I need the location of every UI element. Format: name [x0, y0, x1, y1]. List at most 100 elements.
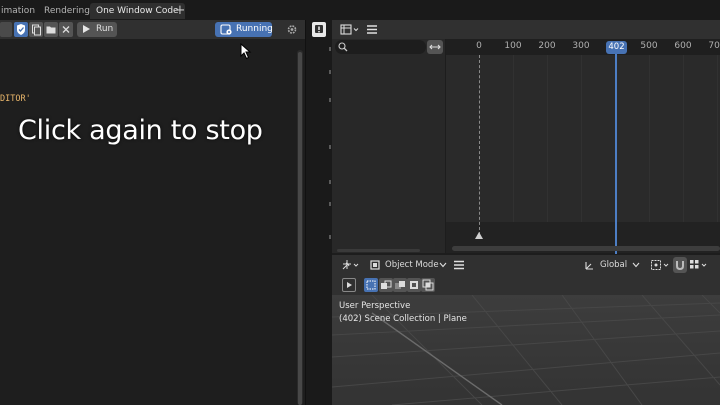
strip-mark [329, 98, 331, 102]
editor-type-selector[interactable] [339, 22, 361, 37]
run-label: Run [96, 24, 114, 34]
grid-line [513, 55, 514, 222]
menu-icon [454, 260, 464, 270]
object-mode-dropdown[interactable]: Object Mode [367, 257, 449, 273]
code-text-line: DITOR' [0, 94, 31, 104]
ruler-tick-label: 600 [674, 41, 692, 51]
snap-target-dropdown[interactable] [688, 257, 710, 273]
tab-animation[interactable]: imation [0, 3, 41, 19]
gear-icon [287, 25, 297, 34]
new-file-icon [32, 24, 41, 36]
grid-line [649, 55, 650, 222]
select-mode-extend[interactable] [379, 278, 393, 292]
menu-icon [367, 25, 377, 34]
magnet-icon [676, 261, 684, 271]
settings-button[interactable] [285, 22, 299, 37]
new-text-button[interactable] [29, 22, 43, 37]
transform-orientation-dropdown[interactable]: Global [582, 257, 642, 273]
channel-search-input[interactable] [335, 40, 426, 54]
viewport-header: Object Mode Global [332, 255, 720, 275]
ruler-tick-label: 300 [572, 41, 590, 51]
current-frame-indicator[interactable]: 402 [606, 41, 627, 54]
object-mode-icon [370, 260, 380, 270]
strip-mark [329, 235, 331, 239]
running-toggle-button[interactable]: Running [215, 22, 273, 37]
close-icon [62, 26, 70, 33]
transform-icon [342, 260, 359, 270]
run-script-button[interactable]: Run [77, 22, 117, 37]
open-text-button[interactable] [44, 22, 58, 37]
folder-icon [46, 26, 56, 34]
play-icon [83, 25, 90, 33]
ruler-tick-label: 500 [640, 41, 658, 51]
text-datablock-field[interactable] [0, 22, 12, 37]
chevron-down-icon [632, 262, 640, 268]
editor-type-icon [340, 24, 359, 35]
toolbar-toggle[interactable] [342, 278, 356, 292]
ruler-tick-label: 700 [708, 41, 720, 51]
swap-button[interactable] [427, 40, 443, 54]
unlink-text-button[interactable] [59, 22, 73, 37]
fake-user-toggle[interactable] [14, 22, 28, 37]
start-frame-marker[interactable] [475, 232, 483, 239]
ruler-tick-label: 0 [476, 41, 482, 51]
strip-mark [329, 180, 331, 184]
grid-line [683, 55, 684, 222]
strip-mark [329, 70, 331, 74]
playhead-line[interactable] [615, 54, 617, 254]
ruler-tick-label: 100 [504, 41, 522, 51]
text-editor-header: Run Running [0, 20, 305, 39]
search-icon [338, 42, 348, 52]
text-editor-area[interactable] [0, 39, 305, 405]
select-mode-icon [366, 280, 376, 290]
editor-type-selector[interactable] [340, 257, 362, 273]
object-mode-label: Object Mode [385, 260, 439, 270]
orientation-icon [585, 262, 593, 270]
play-icon [347, 282, 352, 288]
keyframe-area[interactable] [446, 55, 720, 222]
area-divider-strip [305, 20, 332, 405]
info-icon [315, 25, 323, 33]
swap-icon [429, 44, 441, 50]
mouse-cursor-icon [240, 43, 252, 60]
info-button[interactable] [312, 22, 326, 37]
snap-toggle[interactable] [673, 257, 687, 273]
grid-line [547, 55, 548, 222]
tab-rendering[interactable]: Rendering [38, 3, 96, 19]
pivot-icon [651, 260, 669, 270]
strip-mark [329, 145, 331, 149]
viewport-menu-button[interactable] [452, 257, 466, 273]
floor-grid [332, 295, 720, 405]
channel-region [332, 39, 445, 253]
editor-scrollbar-thumb[interactable] [298, 52, 302, 405]
channel-scrollbar[interactable] [337, 249, 420, 252]
select-invert-icon [410, 281, 418, 289]
strip-mark [329, 47, 331, 51]
collection-info-label: (402) Scene Collection | Plane [339, 314, 467, 324]
select-mode-intersect[interactable] [421, 278, 435, 292]
start-frame-line [479, 55, 480, 235]
running-label: Running [236, 24, 273, 34]
snap-grid-icon [690, 260, 707, 269]
workspace-tab-bar: imation Rendering One Window Code + [0, 0, 720, 20]
select-subtract-icon [395, 281, 405, 289]
select-mode-new[interactable] [364, 278, 378, 292]
menu-button[interactable] [365, 22, 379, 37]
strip-mark [329, 202, 331, 206]
tab-one-window-code[interactable]: One Window Code [90, 3, 185, 19]
instruction-overlay: Click again to stop [18, 115, 263, 146]
grid-line [581, 55, 582, 222]
select-intersect-icon [422, 279, 434, 291]
timeline-scrollbar[interactable] [452, 246, 720, 251]
select-extend-icon [381, 280, 392, 289]
chevron-down-icon [439, 262, 447, 268]
3d-viewport[interactable]: User Perspective (402) Scene Collection … [332, 295, 720, 405]
script-icon [220, 24, 232, 35]
pivot-point-dropdown[interactable] [649, 257, 671, 273]
viewport-tool-settings [332, 275, 720, 295]
orientation-label: Global [600, 260, 628, 270]
select-mode-subtract[interactable] [393, 278, 407, 292]
select-mode-invert[interactable] [407, 278, 421, 292]
ruler-tick-label: 200 [538, 41, 556, 51]
add-workspace-button[interactable]: + [173, 3, 187, 19]
